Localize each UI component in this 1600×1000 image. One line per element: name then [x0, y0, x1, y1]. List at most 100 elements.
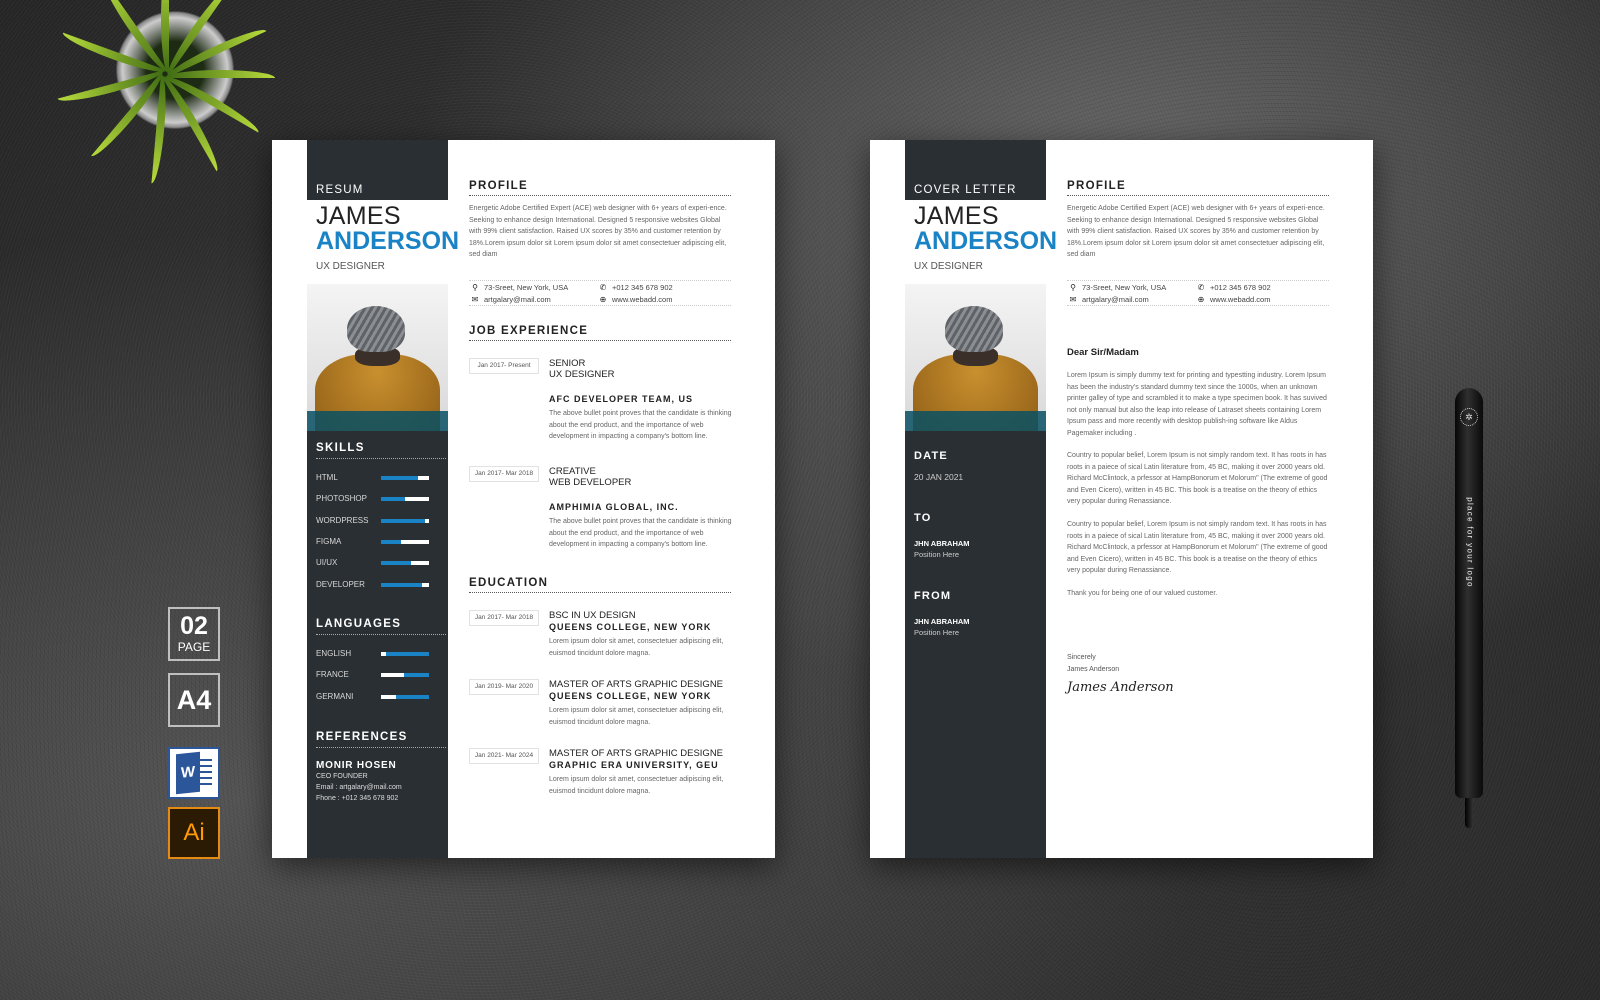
closing-word: Sincerely	[1067, 654, 1096, 661]
skill-bar	[381, 561, 429, 566]
date-badge: Jan 2019- Mar 2020	[469, 679, 539, 695]
degree: MASTER OF ARTS GRAPHIC DESIGNE	[549, 679, 724, 690]
languages-title: LANGUAGES	[316, 618, 402, 630]
degree: BSC IN UX DESIGN	[549, 610, 636, 621]
role-line: CREATIVE	[549, 466, 596, 477]
address: 73-Sreet, New York, USA	[1082, 283, 1167, 292]
skill-row: FIGMA	[316, 537, 436, 549]
profile-title: PROFILE	[469, 180, 731, 196]
education-section: EDUCATION	[469, 577, 731, 593]
skill-label: HTML	[316, 473, 338, 482]
company-name: AMPHIMIA GLOBAL, INC.	[549, 502, 679, 512]
experience-description: The above bullet point proves that the c…	[549, 518, 732, 548]
skill-label: DEVELOPER	[316, 579, 365, 589]
letter-paragraph: Lorem Ipsum is simply dummy text for pri…	[1067, 372, 1327, 437]
pen-logo-icon: ✲	[1460, 408, 1478, 426]
job-title: UX DESIGNER	[914, 261, 983, 272]
recipient-position: Position Here	[914, 550, 960, 559]
signature: James Anderson	[1067, 680, 1174, 695]
skill-bar-fill	[381, 561, 412, 566]
education-details: MASTER OF ARTS GRAPHIC DESIGNE QUEENS COL…	[549, 679, 734, 728]
mail-icon: ✉	[1069, 295, 1077, 304]
page-count: 02	[180, 612, 208, 640]
experience-details: SENIOR UX DESIGNER AFC DEVELOPER TEAM, US…	[549, 358, 734, 443]
reference-email: Email : artgalary@mail.com	[316, 784, 402, 791]
experience-title: JOB EXPERIENCE	[469, 325, 731, 341]
skill-row: HTML	[316, 473, 436, 485]
name-block: JAMES ANDERSON UX DESIGNER	[905, 200, 1057, 284]
phone-icon: ✆	[599, 283, 607, 292]
skill-row: WORDPRESS	[316, 516, 436, 528]
education-details: MASTER OF ARTS GRAPHIC DESIGNE GRAPHIC ER…	[549, 748, 734, 797]
paper-size-badge: A4	[168, 673, 220, 727]
profile-text: Energetic Adobe Certified Expert (ACE) w…	[1067, 205, 1325, 258]
education-description: Lorem ipsum dolor sit amet, consectetuer…	[549, 707, 724, 726]
language-bar	[381, 694, 429, 699]
skill-row: DEVELOPER	[316, 580, 436, 592]
skill-bar-fill	[381, 539, 402, 544]
language-bar	[381, 652, 429, 656]
skill-bar	[381, 518, 429, 523]
pen-text: place for your logo	[1465, 497, 1475, 588]
references-title: REFERENCES	[316, 731, 408, 743]
last-name: ANDERSON	[316, 227, 460, 255]
language-label: GERMANI	[316, 691, 354, 701]
profile-section: PROFILE Energetic Adobe Certified Expert…	[469, 180, 731, 261]
skill-row: UI/UX	[316, 558, 436, 570]
address: 73-Sreet, New York, USA	[484, 283, 569, 292]
greeting: Dear Sir/Madam	[1067, 347, 1139, 358]
role-line: WEB DEVELOPER	[549, 477, 632, 488]
recipient-name: JHN ABRAHAM	[914, 539, 970, 548]
job-title: UX DESIGNER	[316, 261, 385, 272]
skill-label: UI/UX	[316, 558, 338, 568]
date-badge: Jan 2017- Present	[469, 358, 539, 374]
language-row: FRANCE	[316, 670, 436, 682]
reference-role: CEO FOUNDER	[316, 773, 368, 780]
skill-bar-fill	[381, 518, 426, 523]
date-badge: Jan 2017- Mar 2018	[469, 466, 539, 482]
contact-info: ⚲ 73-Sreet, New York, USA ✆ +012 345 678 9…	[1067, 280, 1329, 306]
letter-paragraph: Country to popular belief, Lorem Ipsum i…	[1067, 521, 1328, 574]
globe-icon: ⊕	[599, 295, 607, 304]
experience-details: CREATIVE WEB DEVELOPER AMPHIMIA GLOBAL, IN…	[549, 466, 734, 551]
first-name: JAMES	[316, 202, 401, 230]
reference-phone: Fhone : +012 345 678 902	[316, 795, 399, 802]
reference-name: MONIR HOSEN	[316, 760, 397, 771]
language-row: GERMANI	[316, 692, 436, 704]
pen-decoration: ✲ place for your logo	[1455, 388, 1483, 828]
globe-icon: ⊕	[1197, 295, 1205, 304]
contact-info: ⚲ 73-Sreet, New York, USA ✆ +012 345 678 9…	[469, 280, 731, 306]
location-pin-icon: ⚲	[1070, 283, 1076, 292]
language-bar-fill	[403, 673, 429, 678]
skills-title: SKILLS	[316, 442, 365, 454]
divider	[316, 634, 446, 635]
page-label: PAGE	[177, 640, 211, 654]
letter-paragraph: Thank you for being one of our valued cu…	[1067, 590, 1218, 597]
recipient: JHN ABRAHAM Position Here	[914, 538, 970, 560]
location-pin-icon: ⚲	[472, 283, 478, 292]
profile-section: PROFILE Energetic Adobe Certified Expert…	[1067, 180, 1329, 261]
skill-bar-fill	[381, 476, 419, 480]
plant-decoration	[40, 0, 290, 184]
language-label: FRANCE	[316, 670, 349, 680]
language-bar-fill	[396, 694, 429, 699]
skill-bar	[381, 582, 429, 587]
first-name: JAMES	[914, 202, 999, 230]
skill-bar	[381, 497, 429, 502]
language-label: ENGLISH	[316, 649, 352, 658]
closing: Sincerely James Anderson	[1067, 652, 1119, 675]
signer-name: James Anderson	[1067, 665, 1120, 673]
education-title: EDUCATION	[469, 577, 731, 593]
resume-page: RESUM JAMES ANDERSON UX DESIGNER SKILLS …	[272, 140, 775, 858]
language-row: ENGLISH	[316, 649, 436, 661]
letter-paragraph: Country to popular belief, Lorem Ipsum i…	[1067, 452, 1328, 505]
skill-bar	[381, 476, 429, 480]
role-line: SENIOR	[549, 358, 586, 369]
sender-position: Position Here	[914, 628, 960, 637]
profile-text: Energetic Adobe Certified Expert (ACE) w…	[469, 205, 727, 258]
sender: JHN ABRAHAM Position Here	[914, 616, 970, 638]
divider	[316, 458, 446, 459]
education-details: BSC IN UX DESIGN QUEENS COLLEGE, NEW YORK…	[549, 610, 734, 659]
company-name: AFC DEVELOPER TEAM, US	[549, 394, 694, 404]
role-line: UX DESIGNER	[549, 369, 615, 380]
